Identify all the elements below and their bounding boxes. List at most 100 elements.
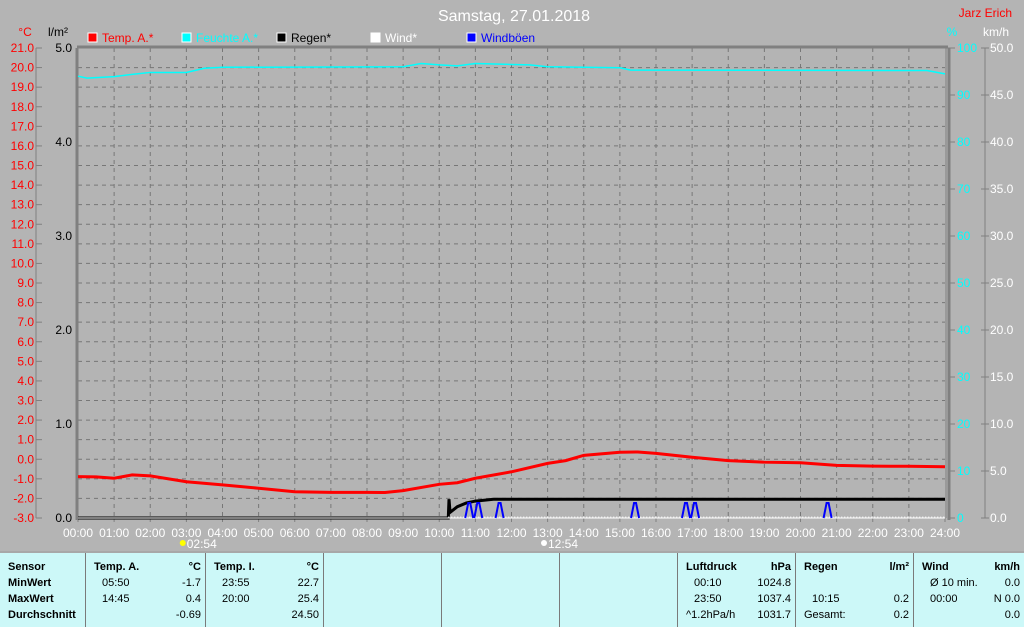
wind-tick-label: 20.0	[990, 323, 1014, 337]
max-time: 23:50	[694, 593, 722, 605]
humidity-tick-label: 20	[957, 417, 971, 431]
column-name: Luftdruck	[686, 561, 737, 573]
wind-tick-label: 10.0	[990, 417, 1014, 431]
stats-column: Regen l/m² 10:15 0.2 Gesamt: 0.2	[795, 553, 913, 627]
gust-peak	[464, 501, 475, 519]
column-name: Regen	[804, 561, 838, 573]
temp-tick-label: 1.0	[17, 433, 34, 447]
temp-tick-label: 4.0	[17, 374, 34, 388]
row-label-min: MinWert	[8, 577, 52, 589]
stats-column: Wind km/h Ø 10 min. 0.0 00:00 N 0.0 0.0	[913, 553, 1024, 627]
max-time: 14:45	[102, 593, 130, 605]
avg-value: 0.0	[1004, 609, 1020, 621]
avg-label: ^1.2hPa/h	[686, 609, 736, 621]
humidity-tick-label: 100	[957, 41, 977, 55]
wind-tick-label: 15.0	[990, 370, 1014, 384]
wind-tick-label: 45.0	[990, 88, 1014, 102]
max-value: N 0.0	[993, 593, 1020, 605]
min-time: 23:55	[222, 577, 250, 589]
column-unit: °C	[188, 561, 201, 573]
x-tick-label: 16:00	[641, 526, 671, 540]
max-time: 00:00	[930, 593, 958, 605]
x-tick-label: 00:00	[63, 526, 93, 540]
x-tick-label: 05:00	[244, 526, 274, 540]
temp-tick-label: 17.0	[11, 119, 35, 133]
temp-tick-label: -1.0	[13, 472, 34, 486]
gust-peak	[822, 501, 833, 519]
x-tick-label: 02:00	[135, 526, 165, 540]
min-time: 00:10	[694, 577, 722, 589]
rain-tick-label: 3.0	[55, 229, 72, 243]
x-tick-label: 23:00	[894, 526, 924, 540]
avg-value: -0.69	[175, 609, 201, 621]
temp-tick-label: 19.0	[11, 80, 35, 94]
humidity-tick-label: 90	[957, 88, 971, 102]
x-tick-label: 12:00	[496, 526, 526, 540]
temp-tick-label: 15.0	[11, 159, 35, 173]
rain-tick-label: 0.0	[55, 511, 72, 525]
rain-tick-label: 1.0	[55, 417, 72, 431]
temp-tick-label: 7.0	[17, 315, 34, 329]
temp-tick-label: 8.0	[17, 296, 34, 310]
x-tick-label: 01:00	[99, 526, 129, 540]
max-time: 20:00	[222, 593, 250, 605]
legend-label: Windböen	[481, 31, 535, 45]
legend-swatch	[276, 32, 287, 43]
humidity-tick-label: 0	[957, 511, 964, 525]
wind-tick-label: 30.0	[990, 229, 1014, 243]
humidity-tick-label: 10	[957, 464, 971, 478]
x-tick-label: 21:00	[822, 526, 852, 540]
wind-tick-label: 25.0	[990, 276, 1014, 290]
x-tick-label: 07:00	[316, 526, 346, 540]
column-name: Wind	[922, 561, 949, 573]
annotation-label: 02:54	[187, 537, 217, 551]
humidity-tick-label: 70	[957, 182, 971, 196]
weather-chart: Samstag, 27.01.2018 Jarz Erich Temp. A.* Fe…	[11, 6, 1014, 551]
min-time: 05:50	[102, 577, 130, 589]
temp-unit-label: °C	[18, 25, 32, 39]
x-tick-label: 24:00	[930, 526, 960, 540]
x-tick-label: 08:00	[352, 526, 382, 540]
stats-column	[323, 553, 441, 627]
max-time: 10:15	[812, 593, 840, 605]
temp-tick-label: 10.0	[11, 256, 35, 270]
wind-tick-label: 5.0	[990, 464, 1007, 478]
moon-icon	[541, 540, 548, 546]
x-tick-label: 20:00	[785, 526, 815, 540]
humidity-tick-label: 40	[957, 323, 971, 337]
column-unit: km/h	[994, 561, 1020, 573]
temp-tick-label: 14.0	[11, 178, 35, 192]
x-tick-label: 09:00	[388, 526, 418, 540]
legend-swatch	[87, 32, 98, 43]
humidity-unit-label: %	[947, 25, 958, 39]
legend-label: Wind*	[385, 31, 417, 45]
gust-peak	[630, 501, 641, 519]
sensor-header: Sensor	[8, 561, 46, 573]
max-value: 0.4	[185, 593, 201, 605]
temp-tick-label: 21.0	[11, 41, 35, 55]
temp-tick-label: 12.0	[11, 217, 35, 231]
temp-tick-label: -2.0	[13, 491, 34, 505]
legend-swatch	[370, 32, 381, 43]
temp-tick-label: 3.0	[17, 394, 34, 408]
legend-swatch	[181, 32, 192, 43]
max-value: 25.4	[297, 593, 319, 605]
wind-tick-label: 50.0	[990, 41, 1014, 55]
rain-tick-label: 2.0	[55, 323, 72, 337]
wind-tick-label: 35.0	[990, 182, 1014, 196]
avg-value: 24.50	[291, 609, 319, 621]
annotation-label: 12:54	[548, 537, 578, 551]
gust-peak	[494, 501, 505, 519]
min-time: Ø 10 min.	[930, 577, 978, 589]
stats-column: Temp. I. °C 23:55 22.7 20:00 25.4 24.50	[205, 553, 323, 627]
stats-column	[441, 553, 559, 627]
gust-peak	[681, 501, 691, 519]
sensor-column: Sensor MinWert MaxWert Durchschnitt	[0, 553, 85, 627]
avg-value: 0.2	[893, 609, 909, 621]
station-name: Jarz Erich	[959, 6, 1012, 20]
stats-column: Temp. A. °C 05:50 -1.7 14:45 0.4 -0.69	[85, 553, 205, 627]
rain-tick-label: 4.0	[55, 135, 72, 149]
temp-tick-label: 9.0	[17, 276, 34, 290]
avg-value: 1031.7	[757, 609, 791, 621]
row-label-max: MaxWert	[8, 593, 54, 605]
